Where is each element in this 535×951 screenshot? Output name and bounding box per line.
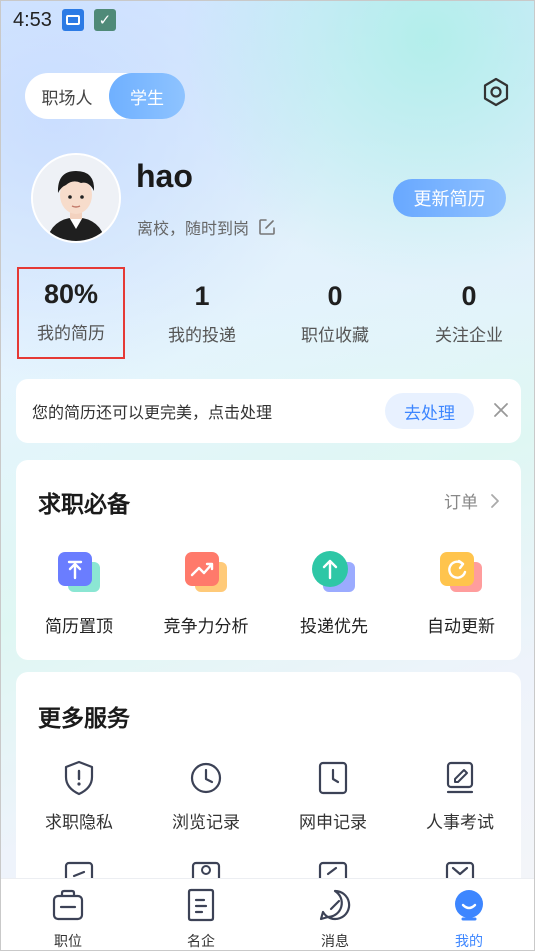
card-title: 更多服务 xyxy=(38,706,130,732)
stat-my-applications[interactable]: 1 我的投递 xyxy=(142,271,262,346)
close-icon[interactable] xyxy=(490,399,512,421)
more-services-card: 更多服务 求职隐私 浏览记录 网申记录 人事考试 xyxy=(16,672,521,912)
orders-link[interactable]: 订单 xyxy=(444,488,500,513)
status-time: 4:53 xyxy=(13,8,52,31)
stat-value: 1 xyxy=(194,281,210,311)
tip-action-button[interactable]: 去处理 xyxy=(385,393,474,429)
avatar[interactable] xyxy=(31,153,121,243)
stat-value: 0 xyxy=(327,281,343,311)
user-status-text: 离校，随时到岗 xyxy=(137,219,250,238)
privacy-shield-icon xyxy=(64,760,94,796)
auto-refresh-icon xyxy=(440,552,482,592)
exam-book-icon xyxy=(446,761,474,794)
service-item-application-records[interactable]: 网申记录 xyxy=(270,760,396,833)
essential-item-label: 竞争力分析 xyxy=(163,617,249,637)
chevron-right-icon xyxy=(491,493,499,508)
essential-item-priority-delivery[interactable]: 投递优先 xyxy=(271,548,397,637)
mode-toggle: 职场人 学生 xyxy=(25,73,185,119)
essential-item-label: 投递优先 xyxy=(300,617,368,637)
clock-icon xyxy=(190,762,222,794)
nav-label: 消息 xyxy=(321,934,349,950)
priority-up-icon xyxy=(312,551,355,592)
stat-my-resume[interactable]: 80% 我的简历 xyxy=(17,267,125,359)
essential-item-auto-refresh[interactable]: 自动更新 xyxy=(398,548,524,637)
tip-text: 您的简历还可以更完美，点击处理 xyxy=(32,403,273,422)
orders-link-label: 订单 xyxy=(444,493,478,513)
nav-label: 我的 xyxy=(455,934,483,950)
update-resume-button[interactable]: 更新简历 xyxy=(393,179,506,217)
company-icon xyxy=(187,888,215,922)
settings-button[interactable] xyxy=(479,75,513,109)
mode-option-student[interactable]: 学生 xyxy=(109,73,185,119)
stat-followed-companies[interactable]: 0 关注企业 xyxy=(409,271,529,346)
app-screen: 4:53 ✓ 职场人 学生 hao 离校，随时到岗 更新简历 80% 我的简历 … xyxy=(0,0,535,951)
stat-value: 80% xyxy=(43,279,99,309)
nav-item-jobs[interactable]: 职位 xyxy=(23,887,113,950)
essential-item-competitiveness[interactable]: 竞争力分析 xyxy=(143,548,269,637)
message-icon xyxy=(319,889,351,921)
briefcase-icon xyxy=(52,889,84,921)
nav-label: 职位 xyxy=(54,934,82,950)
stat-value: 0 xyxy=(461,281,477,311)
job-essentials-card: 求职必备 订单 简历置顶 竞争力分析 投递优先 自动更新 xyxy=(16,460,521,660)
stats-row: 80% 我的简历 1 我的投递 0 职位收藏 0 关注企业 xyxy=(1,267,534,361)
trend-chart-icon xyxy=(185,552,227,592)
app-notification-icon xyxy=(61,9,84,31)
pin-top-icon xyxy=(58,552,100,592)
status-bar: 4:53 ✓ xyxy=(1,1,534,39)
gear-icon xyxy=(483,77,509,107)
card-title: 求职必备 xyxy=(38,492,130,518)
stat-saved-jobs[interactable]: 0 职位收藏 xyxy=(275,271,395,346)
nav-item-messages[interactable]: 消息 xyxy=(290,887,380,950)
nav-item-companies[interactable]: 名企 xyxy=(156,887,246,950)
service-item-label: 人事考试 xyxy=(426,813,494,833)
nav-label: 名企 xyxy=(187,934,215,950)
profile-icon xyxy=(455,890,483,921)
service-item-label: 浏览记录 xyxy=(172,813,240,833)
stat-label: 职位收藏 xyxy=(301,326,369,346)
service-item-hr-exam[interactable]: 人事考试 xyxy=(397,760,523,833)
stat-label: 我的投递 xyxy=(168,326,236,346)
user-status[interactable]: 离校，随时到岗 xyxy=(137,215,277,239)
essential-item-resume-top[interactable]: 简历置顶 xyxy=(16,548,142,637)
check-app-icon: ✓ xyxy=(93,9,116,31)
bottom-nav: 职位 名企 消息 我的 xyxy=(1,878,534,950)
service-item-label: 求职隐私 xyxy=(45,813,113,833)
essential-item-label: 简历置顶 xyxy=(45,617,113,637)
nav-item-profile[interactable]: 我的 xyxy=(424,887,514,950)
mode-option-professional[interactable]: 职场人 xyxy=(25,73,109,119)
service-item-privacy[interactable]: 求职隐私 xyxy=(16,760,142,833)
service-item-label: 网申记录 xyxy=(299,813,367,833)
edit-icon xyxy=(259,219,275,235)
username: hao xyxy=(136,158,193,194)
resume-tip-card: 您的简历还可以更完美，点击处理 去处理 xyxy=(16,379,521,443)
stat-label: 关注企业 xyxy=(435,326,503,346)
application-record-icon xyxy=(318,761,348,795)
essential-item-label: 自动更新 xyxy=(427,617,495,637)
service-item-browse-history[interactable]: 浏览记录 xyxy=(143,760,269,833)
stat-label: 我的简历 xyxy=(37,324,105,344)
